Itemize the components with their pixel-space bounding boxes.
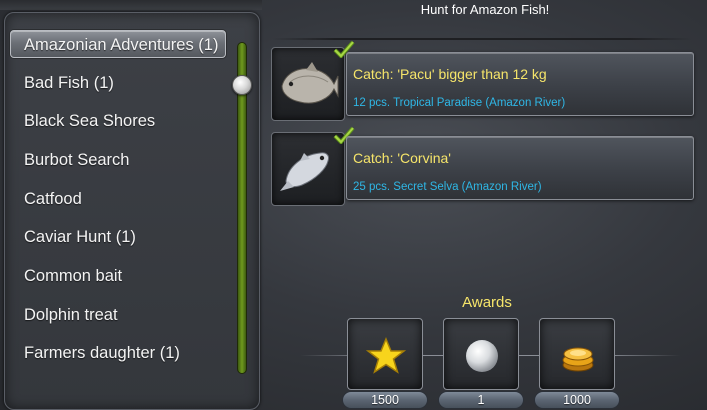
scrollbar-thumb[interactable] [232, 75, 252, 95]
top-strip [0, 0, 262, 10]
quest-item-bad-fish[interactable]: Bad Fish (1) [20, 69, 220, 97]
task-pacu: Catch: 'Pacu' bigger than 12 kg 12 pcs. … [346, 52, 694, 116]
task-corvina-title: Catch: 'Corvina' [353, 150, 451, 166]
award-pearl-value: 1 [438, 391, 524, 409]
task-pacu-title: Catch: 'Pacu' bigger than 12 kg [353, 66, 547, 82]
task-corvina: Catch: 'Corvina' 25 pcs. Secret Selva (A… [346, 136, 694, 200]
quest-item-burbot-search[interactable]: Burbot Search [20, 146, 220, 174]
quest-item-dolphin-treat[interactable]: Dolphin treat [20, 301, 220, 329]
quest-item-catfood[interactable]: Catfood [20, 185, 220, 213]
quest-item-common-bait[interactable]: Common bait [20, 262, 220, 290]
task-pacu-detail: 12 pcs. Tropical Paradise (Amazon River) [353, 97, 566, 109]
quest-item-black-sea-shores[interactable]: Black Sea Shores [20, 107, 220, 135]
quest-item-farmers-daughter[interactable]: Farmers daughter (1) [20, 339, 220, 367]
coins-icon [562, 347, 594, 372]
award-pearl-box [443, 318, 519, 390]
star-icon [366, 337, 406, 374]
award-star-value: 1500 [342, 391, 428, 409]
pacu-fish-icon [271, 47, 345, 121]
award-coins-value: 1000 [534, 391, 620, 409]
award-star-box [347, 318, 423, 390]
award-coins-box [539, 318, 615, 390]
awards-title: Awards [462, 294, 512, 311]
background-hint-text [420, 110, 660, 125]
quest-title: Hunt for Amazon Fish! [420, 2, 550, 17]
quest-item-amazonian-adventures[interactable]: Amazonian Adventures (1) [10, 30, 226, 58]
pearl-icon [466, 340, 498, 372]
task-corvina-detail: 25 pcs. Secret Selva (Amazon River) [353, 181, 542, 193]
quest-item-caviar-hunt[interactable]: Caviar Hunt (1) [20, 223, 220, 251]
